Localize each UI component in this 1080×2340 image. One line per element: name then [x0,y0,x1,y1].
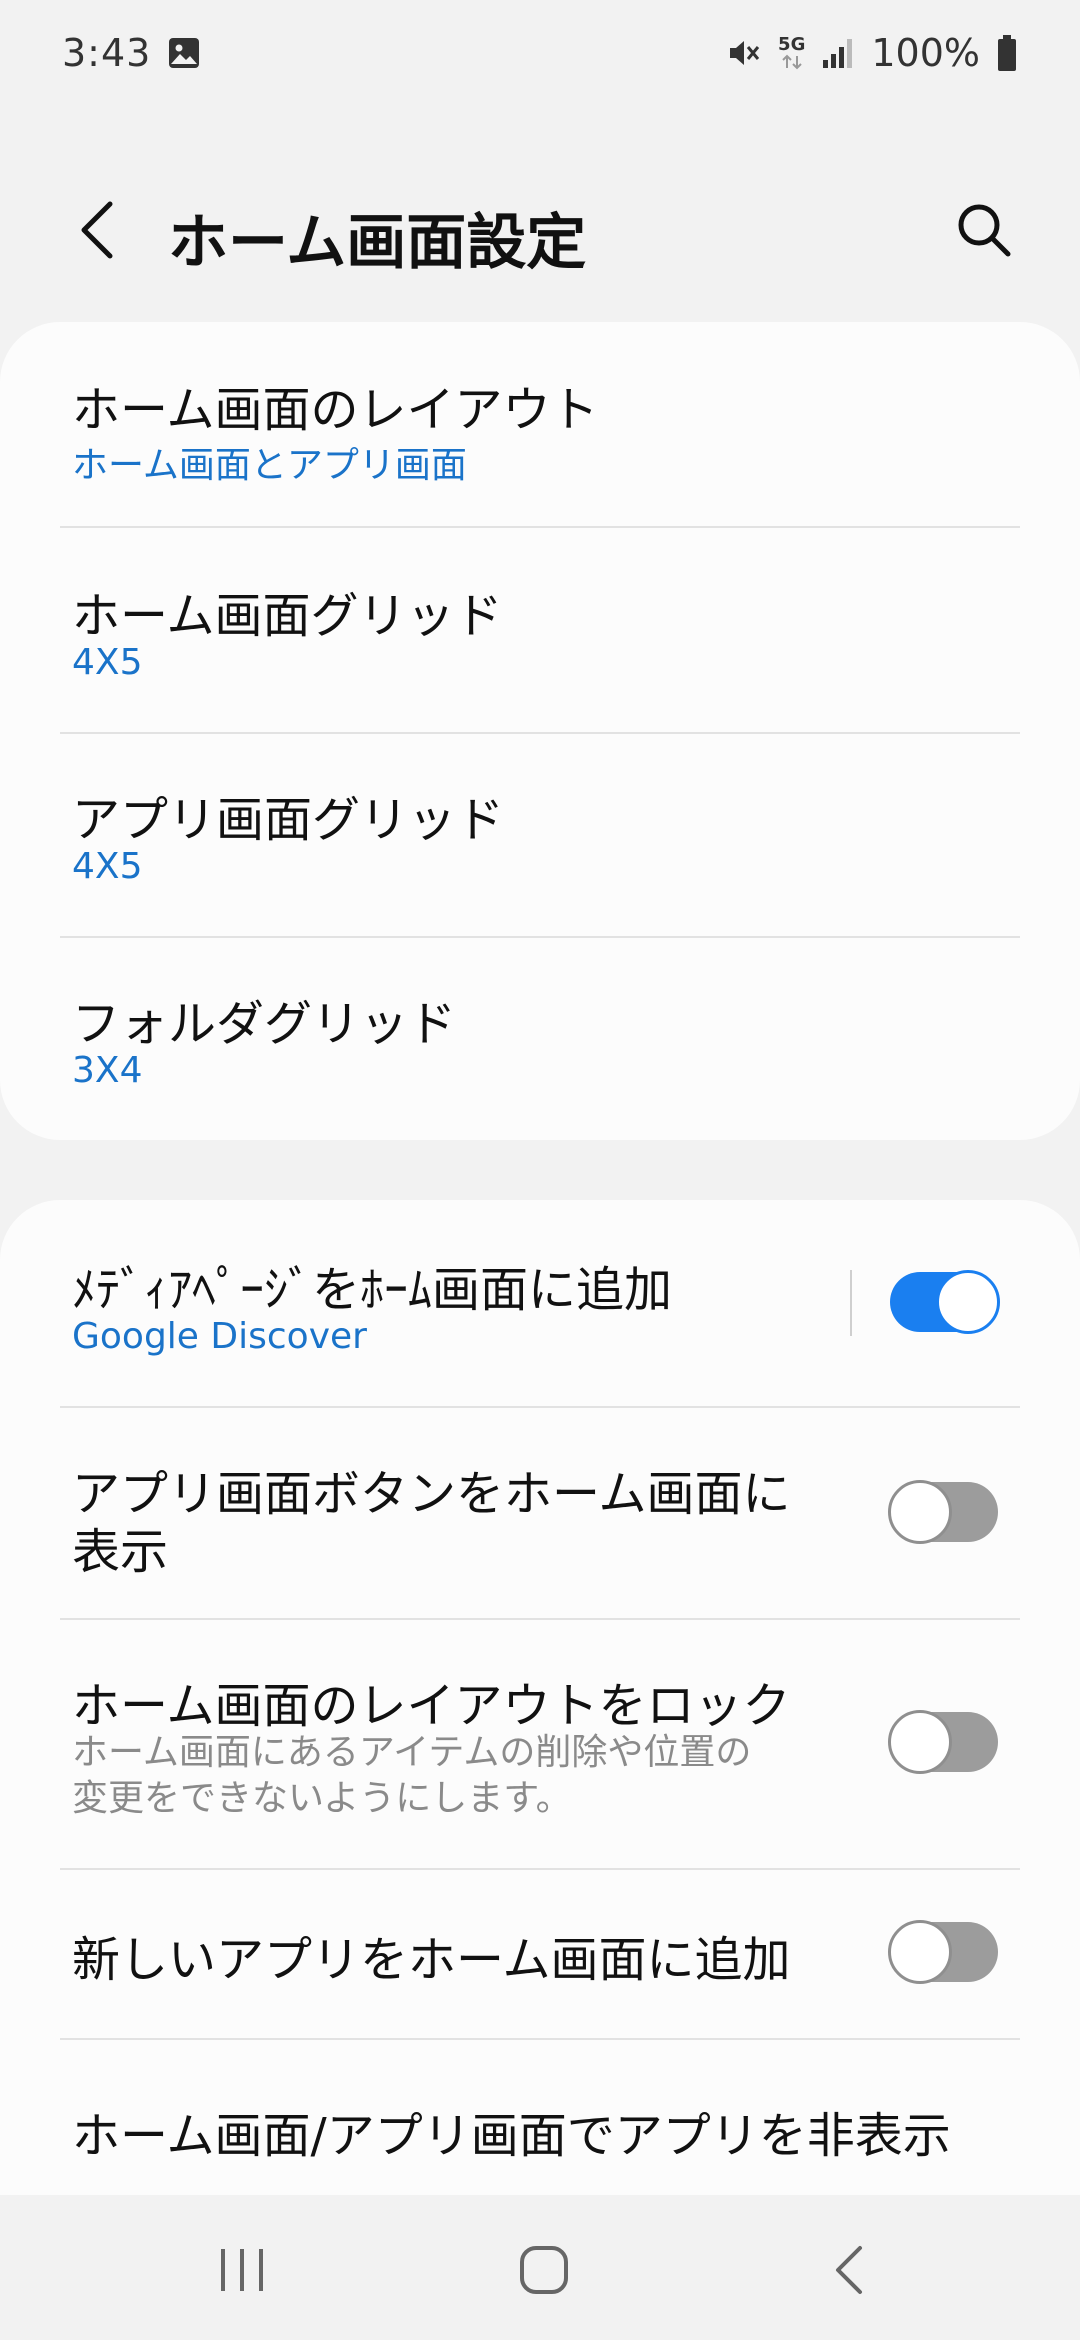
list-item-media-page[interactable]: ﾒﾃﾞｨｱﾍﾟｰｼﾞをﾎｰﾑ画面に追加 Google Discover [0,1200,1080,1406]
list-item-lock-layout[interactable]: ホーム画面のレイアウトをロック ホーム画面にあるアイテムの削除や位置の 変更をで… [0,1620,1080,1868]
recent-apps-icon[interactable] [202,2237,282,2303]
toggle-knob [888,1710,952,1774]
item-title-line2: 表示 [72,1524,169,1580]
item-desc-line2: 変更をできないようにします。 [72,1778,572,1819]
signal-icon [821,36,855,70]
item-title: 新しいアプリをホーム画面に追加 [72,1932,791,1988]
layout-settings-card: ホーム画面のレイアウト ホーム画面とアプリ画面 ホーム画面グリッド 4X5 アプ… [0,322,1080,1140]
apps-button-toggle[interactable] [888,1480,998,1544]
item-title: ホーム画面のレイアウト [72,382,599,438]
status-right: 5G 100% [726,31,1018,75]
mute-icon [726,35,762,71]
item-value: 3X4 [72,1050,143,1091]
battery-percent: 100% [871,31,980,75]
gallery-icon [167,36,201,70]
network-5g-icon: 5G [778,36,805,70]
page-title: ホーム画面設定 [168,208,587,278]
item-value: 4X5 [72,846,143,887]
add-new-apps-toggle[interactable] [888,1920,998,1984]
item-title: アプリ画面グリッド [72,792,505,848]
list-item-add-new-apps[interactable]: 新しいアプリをホーム画面に追加 [0,1870,1080,2038]
lock-layout-toggle[interactable] [888,1710,998,1774]
app-bar: ホーム画面設定 [0,170,1080,290]
list-item-home-grid[interactable]: ホーム画面グリッド 4X5 [0,528,1080,732]
item-title: ホーム画面のレイアウトをロック [72,1678,791,1734]
search-icon[interactable] [946,192,1022,268]
status-time: 3:43 [62,31,152,75]
options-card: ﾒﾃﾞｨｱﾍﾟｰｼﾞをﾎｰﾑ画面に追加 Google Discover アプリ画… [0,1200,1080,2260]
status-bar: 3:43 5G 100% [0,0,1080,106]
item-desc-line1: ホーム画面にあるアイテムの削除や位置の [72,1732,752,1773]
network-label: 5G [778,34,806,55]
list-item-home-layout[interactable]: ホーム画面のレイアウト ホーム画面とアプリ画面 [0,322,1080,526]
item-title: ホーム画面/アプリ画面でアプリを非表示 [72,2108,951,2164]
item-value: ホーム画面とアプリ画面 [72,445,467,486]
item-title: フォルダグリッド [72,996,457,1052]
toggle-knob [936,1270,1000,1334]
list-item-apps-button[interactable]: アプリ画面ボタンをホーム画面に 表示 [0,1408,1080,1618]
item-value: Google Discover [72,1316,367,1357]
home-icon[interactable] [504,2237,584,2303]
toggle-knob [888,1920,952,1984]
back-arrow-icon[interactable] [60,192,136,268]
list-item-folder-grid[interactable]: フォルダグリッド 3X4 [0,938,1080,1140]
list-item-hide-apps[interactable]: ホーム画面/アプリ画面でアプリを非表示 [0,2040,1080,2200]
item-title: ホーム画面グリッド [72,588,503,644]
status-left: 3:43 [62,31,201,75]
item-value: 4X5 [72,642,143,683]
navigation-bar [0,2195,1080,2340]
item-title: ﾒﾃﾞｨｱﾍﾟｰｼﾞをﾎｰﾑ画面に追加 [72,1262,673,1318]
item-title-line1: アプリ画面ボタンをホーム画面に [72,1466,791,1522]
vertical-separator [850,1270,852,1336]
battery-icon [996,34,1018,72]
list-item-apps-grid[interactable]: アプリ画面グリッド 4X5 [0,734,1080,938]
back-icon[interactable] [808,2237,888,2303]
toggle-knob [888,1480,952,1544]
media-page-toggle[interactable] [890,1270,1000,1334]
